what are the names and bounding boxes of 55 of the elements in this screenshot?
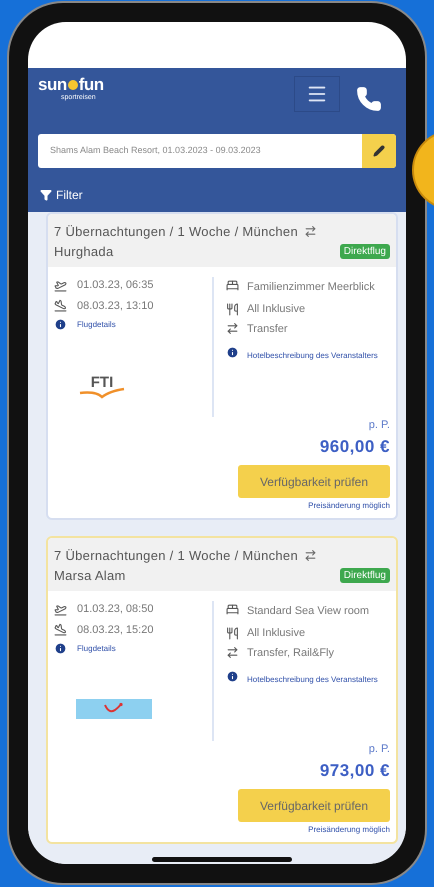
transfer-icon (226, 322, 239, 336)
info-icon (54, 642, 67, 655)
price-text: 960,00 € (320, 436, 390, 458)
price-change-link[interactable]: Preisänderung möglich (308, 824, 390, 836)
filter-icon (40, 189, 52, 201)
offer-title: 7 Übernachtungen / 1 Woche / München (54, 547, 298, 565)
destination-text: Hurghada (54, 242, 114, 261)
per-person-label: p. P. (368, 418, 390, 433)
hotel-description-link[interactable]: Hotelbeschreibung des Veranstalters (247, 346, 378, 366)
sun-icon (68, 80, 78, 90)
board-type: All Inklusive (247, 302, 306, 317)
flight-details-link[interactable]: Flugdetails (77, 318, 116, 330)
room-type: Familienzimmer Meerblick (247, 280, 375, 295)
board-type: All Inklusive (247, 626, 306, 641)
transfer-icon (304, 549, 317, 562)
logo-word: sun (38, 76, 67, 93)
hotel-description-link[interactable]: Hotelbeschreibung des Veranstalters (247, 670, 378, 690)
destination-text: Marsa Alam (54, 566, 126, 584)
edit-button[interactable] (362, 134, 396, 168)
plane-landing-icon (54, 299, 67, 312)
transfer-text: Transfer, Rail&Fly (247, 646, 334, 660)
utensils-icon (226, 626, 239, 640)
price-text: 973,00 € (320, 760, 390, 782)
per-person-label: p. P. (368, 742, 390, 757)
info-icon (226, 346, 239, 359)
offer-title: 7 Übernachtungen / 1 Woche / München (54, 223, 298, 241)
search-field[interactable]: Shams Alam Beach Resort, 01.03.2023 - 09.03.2023 (38, 134, 396, 168)
bed-icon (226, 279, 239, 292)
room-type: Standard Sea View room (247, 604, 370, 619)
pencil-icon (373, 145, 385, 157)
check-availability-button[interactable]: Verfügbarkeit prüfen (238, 789, 390, 822)
return-time: 08.03.23, 15:20 (77, 622, 154, 638)
info-icon (54, 318, 67, 331)
outbound-time: 01.03.23, 08:50 (77, 602, 154, 617)
plane-landing-icon (54, 623, 67, 636)
flight-details-link[interactable]: Flugdetails (77, 642, 116, 654)
price-change-link[interactable]: Preisänderung möglich (308, 500, 390, 512)
operator-logo: FTI (76, 375, 128, 403)
return-time: 08.03.23, 13:10 (77, 298, 154, 314)
direct-flight-badge: Direktflug (340, 244, 390, 259)
plane-takeoff-icon (54, 278, 67, 292)
filter-label[interactable]: Filter (56, 186, 83, 204)
utensils-icon (226, 302, 239, 316)
info-icon (226, 670, 239, 683)
transfer-icon (226, 646, 239, 660)
check-availability-button[interactable]: Verfügbarkeit prüfen (238, 465, 390, 498)
plane-takeoff-icon (54, 602, 67, 616)
transfer-icon (304, 225, 317, 238)
menu-button[interactable] (294, 76, 340, 112)
outbound-time: 01.03.23, 06:35 (77, 278, 154, 293)
transfer-text: Transfer (247, 322, 288, 336)
logo-word: fun (78, 76, 104, 93)
bed-icon (226, 603, 239, 616)
direct-flight-badge: Direktflug (340, 568, 390, 583)
phone-icon[interactable] (356, 86, 382, 112)
